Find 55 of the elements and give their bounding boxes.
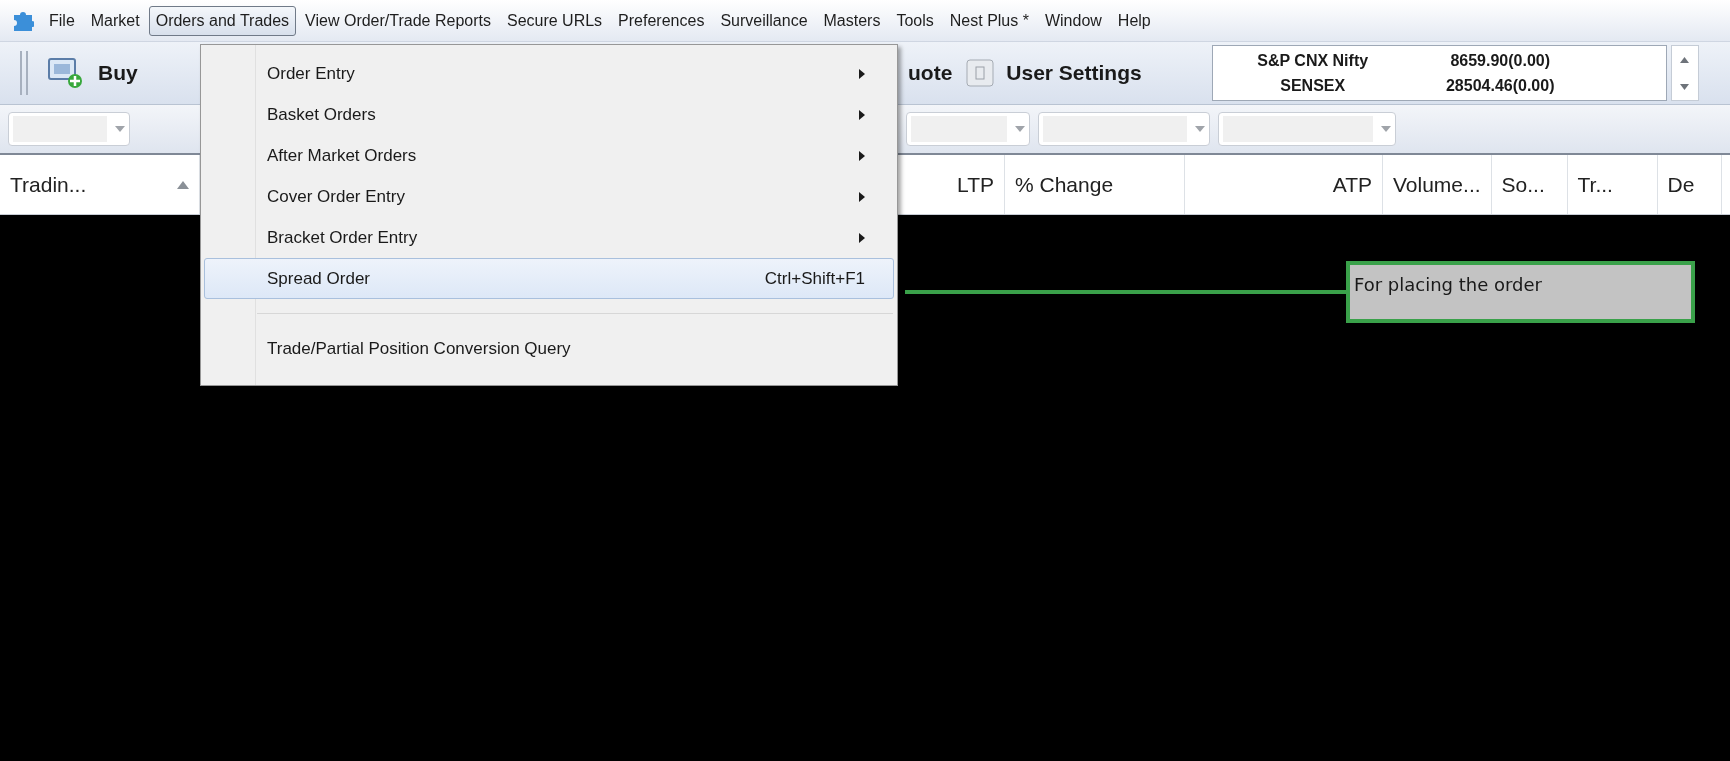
- sort-ascending-icon: [177, 180, 189, 189]
- column-header[interactable]: Tr...: [1567, 155, 1658, 214]
- settings-button-icon[interactable]: [966, 59, 995, 87]
- submenu-arrow-icon: [859, 150, 865, 161]
- scroll-up-icon[interactable]: [1680, 56, 1690, 63]
- dropdown-arrow-icon: [115, 126, 125, 132]
- callout-box: For placing the order: [1346, 261, 1695, 323]
- buy-button[interactable]: Buy: [44, 51, 142, 95]
- index-value: 8659.90(0.00): [1449, 50, 1551, 71]
- shortcut-text: Ctrl+Shift+F1: [764, 267, 865, 290]
- menu-item[interactable]: Secure URLs: [499, 5, 610, 36]
- menu-item[interactable]: Tools: [889, 5, 941, 36]
- dropdown-field[interactable]: [906, 112, 1030, 146]
- menu-item[interactable]: Help: [1110, 5, 1158, 36]
- dropdown-arrow-icon: [1381, 126, 1391, 132]
- index-value: 28504.46(0.00): [1444, 75, 1556, 96]
- toolbar-grip[interactable]: [20, 51, 28, 95]
- menu-item[interactable]: File: [42, 5, 82, 36]
- dropdown-arrow-icon: [1015, 126, 1025, 132]
- dropdown-field[interactable]: [1218, 112, 1396, 146]
- menu-item[interactable]: Surveillance: [713, 5, 815, 36]
- menu-option[interactable]: After Market Orders: [204, 135, 894, 176]
- menu-option[interactable]: Order Entry: [204, 53, 894, 94]
- column-header[interactable]: Volume...: [1383, 155, 1492, 214]
- add-screen-icon: [48, 57, 84, 89]
- menu-item[interactable]: Window: [1037, 5, 1109, 36]
- menu-item[interactable]: Preferences: [611, 5, 712, 36]
- dropdown-arrow-icon: [1195, 126, 1205, 132]
- ticker-scrollbar[interactable]: [1670, 45, 1699, 101]
- menu-item[interactable]: Masters: [816, 5, 888, 36]
- column-header[interactable]: % Change: [1005, 155, 1185, 214]
- user-settings-button[interactable]: User Settings: [1006, 51, 1142, 95]
- column-header[interactable]: ATP: [1185, 155, 1383, 214]
- menu-option[interactable]: Basket Orders: [204, 94, 894, 135]
- menu-item[interactable]: View Order/Trade Reports: [298, 5, 498, 36]
- submenu-arrow-icon: [859, 68, 865, 79]
- submenu-arrow-icon: [859, 109, 865, 120]
- column-header[interactable]: De: [1657, 155, 1722, 214]
- menu-item[interactable]: Nest Plus *: [942, 5, 1036, 36]
- puzzle-app-icon: [12, 10, 34, 31]
- index-name: S&P CNX Nifty: [1256, 50, 1370, 71]
- menu-item[interactable]: Market: [83, 5, 147, 36]
- submenu-arrow-icon: [859, 232, 865, 243]
- submenu-arrow-icon: [859, 191, 865, 202]
- dropdown-field[interactable]: [1038, 112, 1210, 146]
- menu-option[interactable]: Bracket Order Entry: [204, 217, 894, 258]
- menu-option[interactable]: Trade/Partial Position Conversion Query: [204, 328, 894, 369]
- column-header[interactable]: So...: [1491, 155, 1568, 214]
- quote-button[interactable]: uote: [898, 51, 965, 95]
- dropdown-field[interactable]: [8, 112, 130, 146]
- menu-option[interactable]: Spread Order Ctrl+Shift+F1: [204, 258, 894, 299]
- menu-option[interactable]: Cover Order Entry: [204, 176, 894, 217]
- menu-item[interactable]: Orders and Trades: [148, 5, 297, 36]
- scroll-down-icon[interactable]: [1680, 83, 1690, 90]
- index-name: SENSEX: [1279, 75, 1347, 96]
